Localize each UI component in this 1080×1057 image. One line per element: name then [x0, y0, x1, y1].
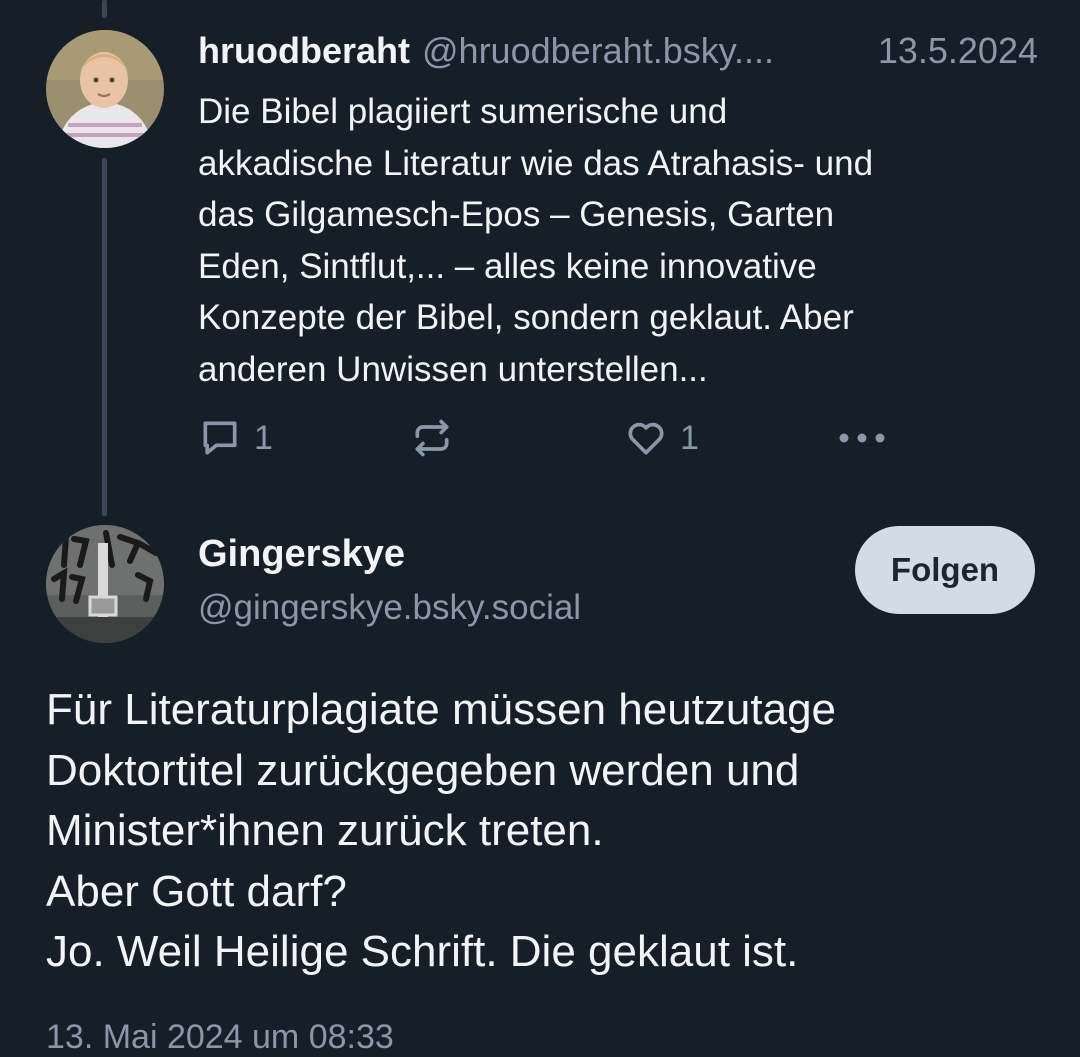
author-name[interactable]: hruodberaht	[198, 30, 410, 72]
follow-button[interactable]: Folgen	[855, 526, 1035, 614]
reply-post-header: hruodberaht @hruodberaht.bsky.... 13.5.2…	[198, 30, 1038, 76]
post-timestamp: 13. Mai 2024 um 08:33	[46, 1018, 394, 1056]
thread-line-bottom	[102, 158, 107, 516]
text-line: Doktortitel zurückgegeben werden und	[46, 745, 800, 795]
text-line: Konzepte der Bibel, sondern geklaut. Abe…	[198, 298, 854, 337]
text-line: Eden, Sintflut,... – alles keine innovat…	[198, 246, 817, 286]
thread-line-top	[102, 0, 107, 18]
text-line: Für Literaturplagiate müssen heutzutage	[46, 685, 837, 734]
more-options-button[interactable]	[836, 412, 888, 464]
reply-post-text: Die Bibel plagiiert sumerische und akkad…	[198, 86, 1018, 395]
author-handle[interactable]: @gingerskye.bsky.social	[198, 586, 581, 630]
post-actions: 1 1	[198, 412, 918, 464]
speech-bubble-icon	[203, 421, 237, 455]
avatar-hruodberaht[interactable]	[46, 30, 164, 148]
post-date[interactable]: 13.5.2024	[858, 30, 1038, 72]
main-post-text: Für Literaturplagiate müssen heutzutage …	[46, 680, 1046, 983]
like-count: 1	[680, 418, 699, 457]
repost-button[interactable]	[410, 412, 454, 464]
avatar-gingerskye[interactable]	[46, 525, 164, 643]
text-line: anderen Unwissen unterstellen...	[198, 349, 708, 389]
text-line: Jo. Weil Heilige Schrift. Die geklaut is…	[46, 927, 799, 976]
reply-button[interactable]: 1	[198, 412, 273, 464]
reply-count: 1	[254, 418, 273, 457]
text-line: Aber Gott darf?	[46, 866, 347, 916]
ellipsis-icon	[839, 433, 885, 443]
like-button[interactable]: 1	[624, 412, 699, 464]
text-line: das Gilgamesch-Epos – Genesis, Garten	[198, 195, 835, 234]
main-post-author: Gingerskye @gingerskye.bsky.social	[198, 530, 581, 630]
author-handle[interactable]: @hruodberaht.bsky....	[422, 30, 774, 72]
text-line: akkadische Literatur wie das Atrahasis- …	[198, 143, 874, 183]
text-line: Die Bibel plagiiert sumerische und	[198, 92, 728, 131]
author-name[interactable]: Gingerskye	[198, 530, 581, 578]
heart-icon	[628, 422, 664, 455]
text-line: Minister*ihnen zurück treten.	[46, 806, 604, 855]
repost-arrows-icon	[415, 419, 449, 457]
